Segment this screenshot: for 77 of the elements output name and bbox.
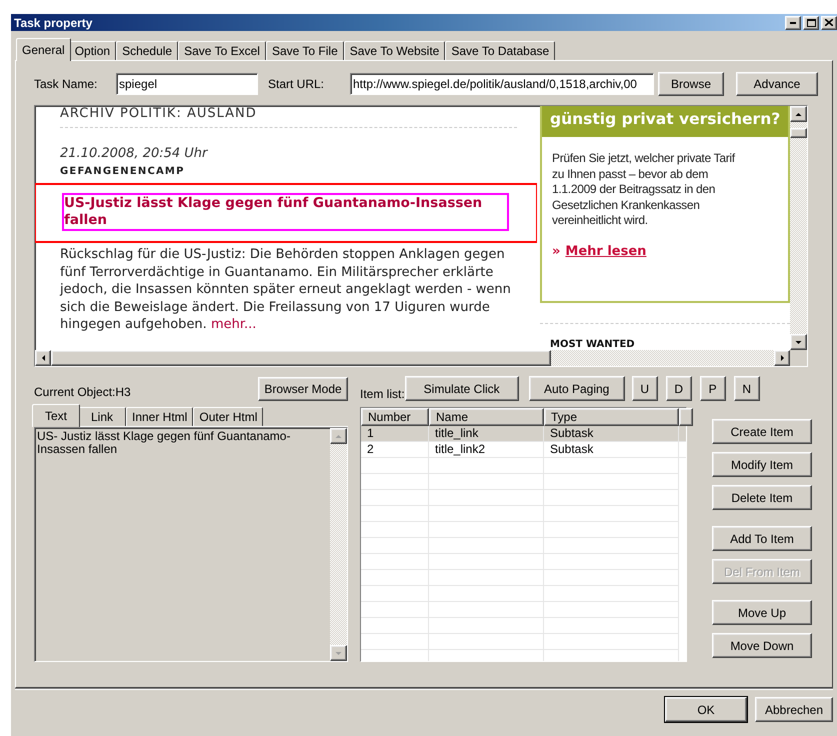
table-cell: Subtask	[544, 442, 679, 457]
column-header[interactable]: Number	[361, 408, 429, 426]
browser-mode-button[interactable]: Browser Mode	[258, 377, 348, 401]
article-text: Rückschlag für die US-Justiz: Die Behörden stoppen Anklagen gegen fünf Terrorverdächtige in Guantanamo. Ein Militärsprecher erklärte jedoch, die Insassen könnten später erneut angeklagt werden - wenn sich die Beweislage ändert. Die Freilassung von 17 Uiguren wurde hingegen aufgehoben. mehr...	[60, 246, 512, 334]
tab[interactable]: Option	[68, 41, 116, 60]
table-row[interactable]: 1 title_link Subtask	[361, 426, 686, 442]
minimize-button[interactable]	[785, 16, 801, 30]
tab[interactable]: Inner Html	[126, 407, 194, 426]
tab[interactable]: Outer Html	[193, 407, 264, 426]
close-icon	[825, 19, 833, 26]
current-object-label: Current Object:H3	[34, 385, 131, 401]
object-text: US- Justiz lässt Klage gegen fünf Guantanamo-Insassen fallen	[36, 428, 292, 458]
tab[interactable]: Save To Website	[344, 41, 446, 60]
toolbar-button[interactable]: Auto Paging	[528, 376, 625, 401]
maximize-icon	[806, 18, 816, 26]
task-name-field[interactable]: spiegel	[116, 73, 258, 95]
table-cell: title_link2	[429, 442, 544, 457]
scroll-down-button[interactable]	[790, 334, 807, 350]
action-button[interactable]: Delete Item	[712, 485, 812, 510]
tab[interactable]: Link	[78, 407, 126, 426]
tab[interactable]: Save To File	[266, 41, 344, 60]
read-more-link[interactable]: Mehr lesen	[565, 244, 646, 258]
table-cell: title_link	[429, 426, 544, 441]
down-arrow-icon	[795, 340, 802, 344]
ad-title: günstig privat versichern?	[542, 106, 788, 137]
action-button[interactable]: Modify Item	[712, 452, 812, 477]
letter-button[interactable]: N	[734, 376, 760, 401]
field-label: Start URL:	[268, 77, 326, 91]
letter-button[interactable]: D	[666, 376, 692, 401]
up-arrow-icon	[795, 112, 802, 116]
url-field[interactable]: http://www.spiegel.de/politik/ausland/0,1518,archiv,00	[350, 73, 654, 95]
column-header[interactable]	[679, 408, 693, 426]
column-header[interactable]: Name	[429, 408, 544, 426]
link-marker: »	[552, 244, 560, 258]
browse-button[interactable]: Browse	[658, 72, 724, 96]
window-title: Task property	[14, 16, 92, 30]
right-arrow-icon	[780, 354, 784, 362]
column-header[interactable]: Type	[544, 408, 679, 426]
ad-text: Prüfen Sie jetzt, welcher private Tarif zu Ihnen passt – bevor ab dem 1.1.2009 der Beitragssatz in den Gesetzlichen Krankenkassen vereinheitlicht wird.	[552, 151, 736, 228]
tab[interactable]: Text	[32, 404, 80, 427]
more-link[interactable]: mehr...	[210, 317, 256, 332]
table-cell: 2	[361, 442, 429, 457]
maximize-button[interactable]	[803, 16, 819, 30]
ok-button[interactable]: OK	[665, 697, 747, 722]
close-button[interactable]	[821, 16, 837, 30]
cancel-button[interactable]: Abbrechen	[755, 697, 833, 722]
scroll-up-button[interactable]	[790, 106, 807, 122]
table-cell: 1	[361, 426, 429, 441]
scroll-thumb[interactable]	[51, 350, 551, 366]
scroll-thumb[interactable]	[790, 128, 807, 138]
action-button[interactable]: Move Up	[712, 600, 812, 625]
minimize-icon	[790, 22, 796, 24]
left-arrow-icon	[40, 354, 46, 362]
table-row[interactable]: 2 title_link2 Subtask	[361, 442, 686, 458]
down-arrow-icon	[335, 650, 342, 656]
letter-button[interactable]: U	[632, 376, 658, 401]
letter-button[interactable]: P	[700, 376, 726, 401]
tab[interactable]: Save To Excel	[178, 41, 266, 60]
field-label: Task Name:	[34, 77, 98, 91]
headline[interactable]: US-Justiz lässt Klage gegen fünf Guantanamo-Insassen fallen	[64, 195, 507, 229]
scroll-left-button[interactable]	[35, 350, 51, 366]
item-list-label: Item list:	[360, 387, 405, 401]
scrollbar-corner	[790, 350, 807, 366]
dateline: 21.10.2008, 20:54 Uhr	[60, 146, 209, 161]
advance-button[interactable]: Advance	[736, 72, 818, 96]
action-button[interactable]: Move Down	[712, 633, 812, 658]
action-button[interactable]: Add To Item	[712, 526, 812, 551]
kicker: GEFANGENENCAMP	[60, 166, 186, 177]
table-cell: Subtask	[544, 426, 679, 441]
section-heading: ARCHIV POLITIK: AUSLAND	[60, 106, 258, 121]
scroll-right-button[interactable]	[774, 350, 790, 366]
action-button[interactable]: Create Item	[712, 419, 812, 444]
tab[interactable]: General	[16, 38, 71, 61]
up-arrow-icon	[335, 434, 342, 438]
tab[interactable]: Save To Database	[445, 41, 556, 60]
tab[interactable]: Schedule	[116, 41, 178, 60]
toolbar-button[interactable]: Simulate Click	[404, 376, 519, 401]
